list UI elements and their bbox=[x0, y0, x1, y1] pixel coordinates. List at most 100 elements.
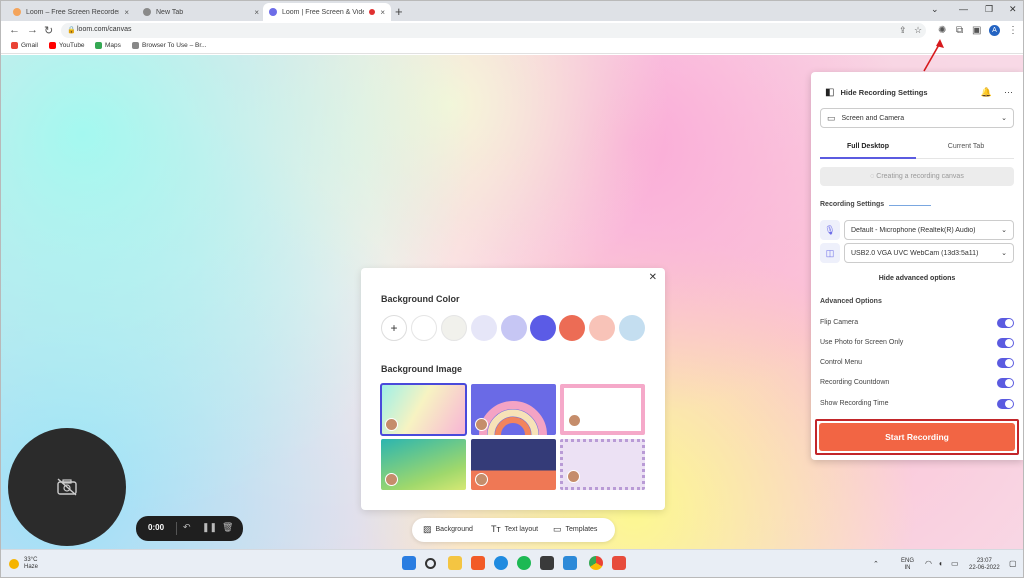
background-tool-button[interactable]: ▨ Background bbox=[423, 524, 473, 535]
close-window-icon[interactable]: ✕ bbox=[1009, 4, 1017, 15]
photos-icon[interactable] bbox=[563, 556, 577, 570]
edge-icon[interactable] bbox=[494, 556, 508, 570]
text-layout-tool-button[interactable]: Tт Text layout bbox=[491, 524, 538, 534]
language-indicator[interactable]: ENG IN bbox=[901, 558, 914, 572]
spotify-icon[interactable] bbox=[517, 556, 531, 570]
bookmark-youtube[interactable]: YouTube bbox=[49, 42, 85, 49]
side-panel-icon[interactable]: ▣ bbox=[972, 25, 981, 36]
chevron-down-icon: ⌄ bbox=[1001, 250, 1007, 257]
battery-icon[interactable]: ▭ bbox=[951, 560, 959, 568]
creating-canvas-status: ◌ Creating a recording canvas bbox=[820, 167, 1014, 186]
collapse-panel-icon[interactable]: ◧ bbox=[825, 87, 834, 98]
volume-icon[interactable]: ◖ bbox=[938, 560, 943, 568]
tab-close-icon[interactable]: × bbox=[254, 8, 259, 17]
templates-tool-button[interactable]: ▭ Templates bbox=[553, 524, 597, 535]
flip-camera-toggle[interactable] bbox=[997, 318, 1014, 328]
background-thumb-rainbow[interactable] bbox=[471, 384, 556, 435]
avatar bbox=[385, 473, 398, 486]
color-swatch[interactable] bbox=[441, 315, 467, 341]
show-recording-time-toggle[interactable] bbox=[997, 399, 1014, 409]
tab-full-desktop[interactable]: Full Desktop bbox=[820, 143, 916, 159]
window-chevron-icon[interactable]: ⌄ bbox=[931, 4, 939, 15]
brave-browser-icon[interactable] bbox=[471, 556, 485, 570]
trash-icon[interactable]: 🗑 bbox=[222, 522, 233, 533]
extensions-puzzle-icon[interactable]: ⧉ bbox=[956, 25, 963, 36]
undo-icon[interactable]: ↶ bbox=[183, 522, 191, 533]
share-icon[interactable]: ⇪ bbox=[899, 25, 907, 36]
control-menu-toggle[interactable] bbox=[997, 358, 1014, 368]
store-icon[interactable] bbox=[540, 556, 554, 570]
gmail-icon bbox=[11, 42, 18, 49]
browser-menu-icon[interactable]: ⋮ bbox=[1008, 25, 1018, 36]
temperature: 33°C bbox=[24, 557, 38, 563]
background-thumb-lavender[interactable] bbox=[560, 439, 645, 490]
option-label: Use Photo for Screen Only bbox=[820, 339, 904, 346]
background-image-heading: Background Image bbox=[381, 364, 463, 374]
windows-start-icon[interactable] bbox=[402, 556, 416, 570]
weather-widget[interactable]: 33°C Haze bbox=[9, 557, 38, 571]
recording-mode-select[interactable]: ▭ Screen and Camera ⌄ bbox=[820, 108, 1014, 128]
hide-advanced-options-link[interactable]: Hide advanced options bbox=[820, 275, 1014, 282]
pause-icon[interactable]: ❚❚ bbox=[202, 522, 217, 533]
wifi-icon[interactable]: ◠ bbox=[925, 560, 932, 568]
avatar bbox=[475, 418, 488, 431]
use-photo-toggle[interactable] bbox=[997, 338, 1014, 348]
hide-recording-settings[interactable]: Hide Recording Settings bbox=[840, 88, 968, 97]
color-swatch[interactable] bbox=[411, 315, 437, 341]
color-swatch[interactable] bbox=[619, 315, 645, 341]
address-bar[interactable]: 🔒 loom.com/canvas ⇪ ☆ bbox=[61, 23, 926, 38]
background-thumb-pattern[interactable] bbox=[471, 439, 556, 490]
color-swatch[interactable] bbox=[559, 315, 585, 341]
tray-chevron-icon[interactable]: ⌃ bbox=[873, 561, 879, 568]
start-recording-button[interactable]: Start Recording bbox=[819, 423, 1015, 451]
close-icon[interactable]: ✕ bbox=[649, 272, 657, 283]
new-tab-button[interactable]: + bbox=[395, 4, 403, 19]
camera-bubble[interactable] bbox=[8, 428, 126, 546]
background-thumb-teal[interactable] bbox=[381, 439, 466, 490]
add-color-button[interactable]: + bbox=[381, 315, 407, 341]
chrome-icon[interactable] bbox=[589, 556, 603, 570]
app-icon[interactable] bbox=[612, 556, 626, 570]
reload-icon[interactable]: ↻ bbox=[44, 24, 53, 37]
tab-title: Loom | Free Screen & Video bbox=[282, 8, 365, 16]
bell-icon[interactable]: 🔔 bbox=[981, 87, 992, 98]
camera-select[interactable]: USB2.0 VGA UVC WebCam (13d3:5a11) ⌄ bbox=[844, 243, 1014, 263]
tab-close-icon[interactable]: × bbox=[124, 8, 129, 17]
color-swatch[interactable] bbox=[501, 315, 527, 341]
clock[interactable]: 23:07 22-06-2022 bbox=[969, 558, 1000, 572]
image-icon: ▨ bbox=[423, 524, 432, 534]
notification-icon[interactable]: ▢ bbox=[1009, 560, 1017, 568]
forward-icon[interactable]: → bbox=[27, 24, 38, 36]
more-options-icon[interactable]: ⋯ bbox=[1004, 87, 1013, 98]
weather-text: 33°C Haze bbox=[24, 557, 38, 571]
tab-current-tab[interactable]: Current Tab bbox=[918, 143, 1014, 159]
chevron-down-icon: ⌄ bbox=[1001, 115, 1007, 122]
background-thumb-floral-frame[interactable] bbox=[560, 384, 645, 435]
browser-tab-loom-1[interactable]: Loom – Free Screen Recorder & × bbox=[7, 3, 135, 21]
restore-icon[interactable]: ❐ bbox=[985, 4, 993, 15]
back-icon[interactable]: ← bbox=[9, 24, 20, 36]
tab-close-icon[interactable]: × bbox=[380, 8, 385, 17]
recording-dot-icon bbox=[369, 9, 376, 15]
recording-countdown-toggle[interactable] bbox=[997, 378, 1014, 388]
color-swatch[interactable] bbox=[471, 315, 497, 341]
file-explorer-icon[interactable] bbox=[448, 556, 462, 570]
clock-time: 23:07 bbox=[976, 558, 992, 564]
browser-tab-loom-active[interactable]: Loom | Free Screen & Video × bbox=[263, 3, 391, 21]
recording-mode-value: Screen and Camera bbox=[841, 114, 905, 122]
bookmark-maps[interactable]: Maps bbox=[95, 42, 121, 49]
capture-tabs: Full Desktop Current Tab bbox=[820, 140, 1014, 159]
microphone-select[interactable]: Default - Microphone (Realtek(R) Audio) … bbox=[844, 220, 1014, 240]
loom-favicon-icon bbox=[269, 8, 277, 16]
search-icon[interactable] bbox=[425, 558, 436, 569]
bookmark-browser[interactable]: Browser To Use – Br... bbox=[132, 42, 207, 49]
background-thumb-gradient[interactable] bbox=[380, 383, 467, 436]
globe-icon bbox=[132, 42, 139, 49]
bookmark-gmail[interactable]: Gmail bbox=[11, 42, 38, 49]
youtube-icon bbox=[49, 42, 56, 49]
profile-avatar[interactable]: A bbox=[989, 25, 1000, 36]
color-swatch[interactable] bbox=[530, 315, 556, 341]
minimize-icon[interactable]: — bbox=[959, 4, 968, 14]
browser-tab-new-tab[interactable]: New Tab × bbox=[137, 3, 265, 21]
color-swatch[interactable] bbox=[589, 315, 615, 341]
